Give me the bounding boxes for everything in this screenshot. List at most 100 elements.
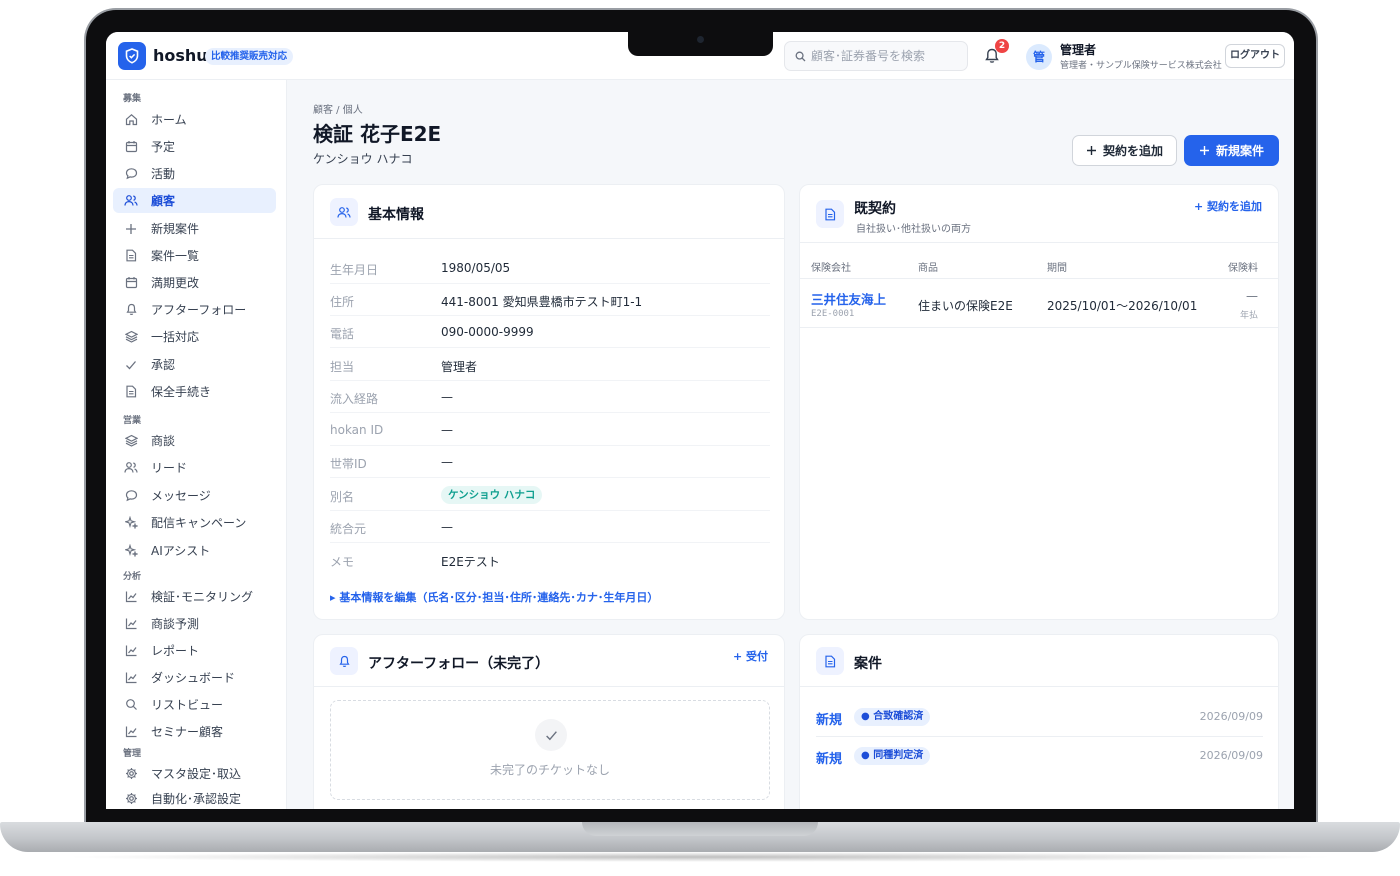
contract-code: E2E-0001 (811, 309, 855, 319)
screen: hoshu 比較推奨販売対応 2 管 管理者 管理者・サンプル保険サービス株式会… (106, 32, 1294, 809)
laptop-shadow (60, 852, 1340, 862)
add-contract-link[interactable]: + 契約を追加 (1194, 198, 1262, 214)
sidebar-item-messages[interactable]: メッセージ (113, 483, 276, 508)
sidebar-item-reports[interactable]: レポート (113, 638, 276, 663)
sidebar-item-label: 配信キャンペーン (151, 516, 247, 530)
sidebar-item-label: ホーム (151, 113, 187, 127)
column-header-company[interactable]: 保険会社 (811, 259, 851, 274)
info-label: 別名 (330, 490, 355, 504)
info-value: — (441, 520, 453, 534)
info-value: 管理者 (441, 360, 478, 374)
info-label: 担当 (330, 360, 355, 374)
brand-badge: 比較推奨販売対応 (205, 48, 294, 65)
page-title: 検証 花子E2E (313, 122, 442, 146)
after-follow-card: アフターフォロー（未完了） + 受付 未完了のチケットなし (313, 634, 785, 809)
info-row-alias: 別名 ケンショウ ハナコ (330, 479, 770, 511)
sidebar-item-label: 満期更改 (151, 276, 200, 290)
sidebar-item-new-case[interactable]: 新規案件 (113, 216, 276, 241)
case-type-link[interactable]: 新規 (816, 709, 842, 728)
after-follow-header: アフターフォロー（未完了） + 受付 (314, 635, 784, 687)
case-row[interactable]: 新規 ● 合致確認済 2026/09/09 (816, 699, 1263, 737)
case-type-link[interactable]: 新規 (816, 748, 842, 767)
sidebar-item-dashboard[interactable]: ダッシュボード (113, 665, 276, 690)
gear-icon (124, 792, 138, 806)
sidebar-item-leads[interactable]: リード (113, 455, 276, 480)
sparkle-icon (124, 544, 138, 558)
sidebar-item-schedule[interactable]: 予定 (113, 134, 276, 159)
sidebar-item-home[interactable]: ホーム (113, 107, 276, 132)
case-row[interactable]: 新規 ● 同種判定済 2026/09/09 (816, 738, 1263, 776)
column-header-period[interactable]: 期間 (1047, 259, 1067, 274)
sidebar-item-maintenance[interactable]: 保全手続き (113, 379, 276, 404)
add-contract-button[interactable]: 契約を追加 (1072, 135, 1177, 166)
sidebar-item-approval[interactable]: 承認 (113, 352, 276, 377)
sidebar-item-label: 顧客 (151, 194, 176, 208)
edit-basic-info-link[interactable]: ▸ 基本情報を編集（氏名･区分･担当･住所･連絡先･カナ･生年月日） (330, 589, 658, 605)
sidebar-item-customers[interactable]: 顧客 (113, 188, 276, 213)
sidebar-item-label: 保全手続き (151, 385, 212, 399)
user-name: 管理者 (1060, 43, 1097, 57)
sidebar-item-label: ダッシュボード (151, 671, 236, 685)
search-input[interactable] (811, 46, 961, 66)
info-label: 世帯ID (330, 457, 367, 471)
contract-payment: 年払 (1239, 311, 1258, 321)
document-icon (816, 200, 844, 228)
sidebar-item-label: 活動 (151, 167, 176, 181)
customer-kana: ケンショウ ハナコ (313, 152, 413, 166)
new-case-button[interactable]: 新規案件 (1184, 135, 1279, 166)
sidebar-item-case-list[interactable]: 案件一覧 (113, 243, 276, 268)
info-row-phone: 電話 090-0000-9999 (330, 316, 770, 348)
info-value: — (441, 390, 453, 404)
shield-logo-icon[interactable] (118, 42, 146, 70)
contract-company-link[interactable]: 三井住友海上 (811, 289, 886, 308)
sidebar-item-master-settings[interactable]: マスタ設定･取込 (113, 761, 276, 786)
info-row-merged-from: 統合元 — (330, 511, 770, 543)
sidebar-item-bulk[interactable]: 一括対応 (113, 324, 276, 349)
add-reception-link[interactable]: + 受付 (733, 648, 768, 664)
info-value: — (441, 455, 453, 469)
info-row-source: 流入経路 — (330, 381, 770, 413)
brand-name[interactable]: hoshu (153, 46, 208, 65)
sidebar-item-label: 案件一覧 (151, 249, 200, 263)
laptop-base-notch (582, 822, 818, 836)
sidebar-item-seminar[interactable]: セミナー顧客 (113, 719, 276, 744)
sidebar-item-label: マスタ設定･取込 (151, 767, 242, 781)
alias-badge: ケンショウ ハナコ (441, 486, 543, 504)
chart-icon (124, 617, 138, 631)
sidebar-item-deals[interactable]: 商談 (113, 428, 276, 453)
column-header-product[interactable]: 商品 (918, 259, 938, 274)
breadcrumb[interactable]: 顧客 / 個人 (313, 101, 363, 116)
logout-button[interactable]: ログアウト (1225, 44, 1285, 68)
info-row-owner: 担当 管理者 (330, 349, 770, 381)
after-follow-title: アフターフォロー（未完了） (368, 656, 550, 672)
basic-info-card: 基本情報 生年月日 1980/05/05 住所 441-8001 愛知県豊橋市テ… (313, 184, 785, 620)
case-status-badge: ● 合致確認済 (854, 708, 931, 726)
sidebar-section-admin: 管理 (123, 749, 142, 759)
document-icon (124, 249, 138, 263)
sidebar-item-list-view[interactable]: リストビュー (113, 692, 276, 717)
add-contract-label: 契約を追加 (1102, 144, 1163, 158)
chat-icon (124, 489, 138, 503)
column-header-premium[interactable]: 保険料 (1228, 259, 1258, 274)
sidebar-item-renewal[interactable]: 満期更改 (113, 270, 276, 295)
users-icon (330, 198, 358, 226)
user-organization: 管理者・サンプル保険サービス株式会社 (1060, 61, 1222, 71)
sidebar-item-forecast[interactable]: 商談予測 (113, 611, 276, 636)
info-label: メモ (330, 555, 355, 569)
sidebar-item-monitoring[interactable]: 検証･モニタリング (113, 584, 276, 609)
new-case-label: 新規案件 (1215, 144, 1264, 158)
sidebar-item-after-follow[interactable]: アフターフォロー (113, 297, 276, 322)
user-avatar[interactable]: 管 (1026, 44, 1052, 70)
sidebar-item-activity[interactable]: 活動 (113, 161, 276, 186)
sidebar-item-automation[interactable]: 自動化･承認設定 (113, 786, 276, 809)
info-row-address: 住所 441-8001 愛知県豊橋市テスト町1-1 (330, 284, 770, 316)
sidebar-item-campaigns[interactable]: 配信キャンペーン (113, 510, 276, 535)
search-box[interactable] (784, 41, 968, 71)
contracts-header: 既契約 自社扱い･他社扱いの両方 + 契約を追加 (800, 185, 1278, 243)
sidebar-item-label: レポート (151, 644, 200, 658)
contracts-card: 既契約 自社扱い･他社扱いの両方 + 契約を追加 保険会社 商品 期間 保険料 … (799, 184, 1279, 620)
sidebar-item-ai-assist[interactable]: AIアシスト (113, 538, 276, 563)
check-icon (535, 719, 567, 751)
sidebar-item-label: セミナー顧客 (151, 725, 224, 739)
empty-state-text: 未完了のチケットなし (489, 763, 610, 777)
